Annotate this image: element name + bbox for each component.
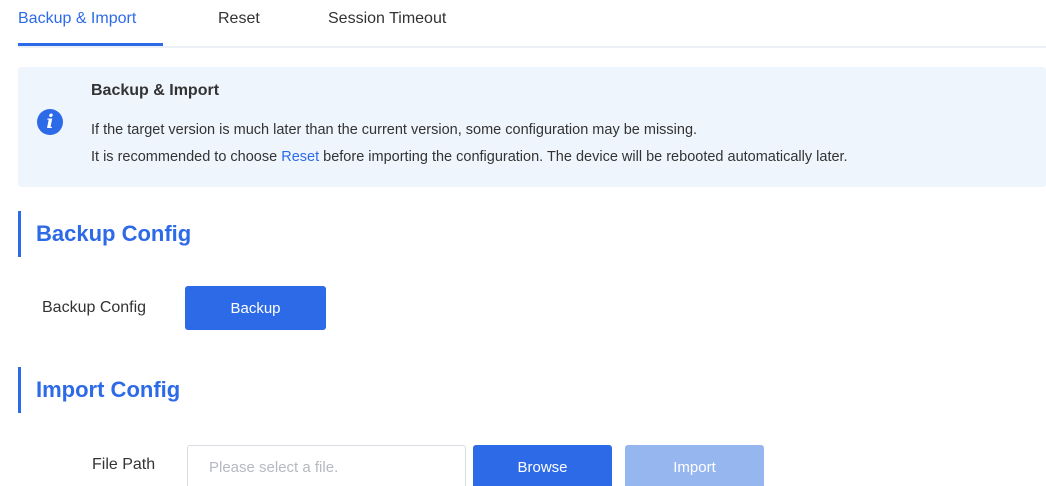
backup-section-marker bbox=[18, 211, 21, 257]
backup-section-title: Backup Config bbox=[36, 221, 192, 246]
file-path-input[interactable] bbox=[187, 445, 466, 486]
file-path-label: File Path bbox=[92, 456, 156, 473]
browse-button[interactable]: Browse bbox=[473, 445, 612, 486]
backup-button[interactable]: Backup bbox=[185, 286, 326, 330]
notice-text-suffix: before importing the configuration. The … bbox=[319, 149, 848, 165]
tab-backup-import[interactable]: Backup & Import bbox=[18, 10, 136, 28]
import-section-marker bbox=[18, 367, 21, 413]
notice-text-prefix: It is recommended to choose bbox=[91, 149, 282, 165]
backup-config-label: Backup Config bbox=[42, 299, 147, 316]
import-section-title: Import Config bbox=[36, 377, 181, 402]
active-tab-indicator bbox=[18, 43, 163, 46]
notice-text-line-2: It is recommended to choose Reset before… bbox=[91, 149, 848, 165]
backup-import-page: Backup & Import Reset Session Timeout i … bbox=[0, 0, 1046, 486]
import-button[interactable]: Import bbox=[625, 445, 764, 486]
reset-link[interactable]: Reset bbox=[281, 149, 319, 165]
info-icon: i bbox=[37, 109, 63, 135]
tab-session-timeout[interactable]: Session Timeout bbox=[328, 10, 446, 28]
info-notice: i Backup & Import If the target version … bbox=[18, 67, 1046, 187]
tab-bar: Backup & Import Reset Session Timeout bbox=[18, 0, 1046, 48]
notice-text-line-1: If the target version is much later than… bbox=[91, 122, 698, 138]
notice-title: Backup & Import bbox=[91, 82, 220, 99]
tab-reset[interactable]: Reset bbox=[218, 10, 260, 28]
